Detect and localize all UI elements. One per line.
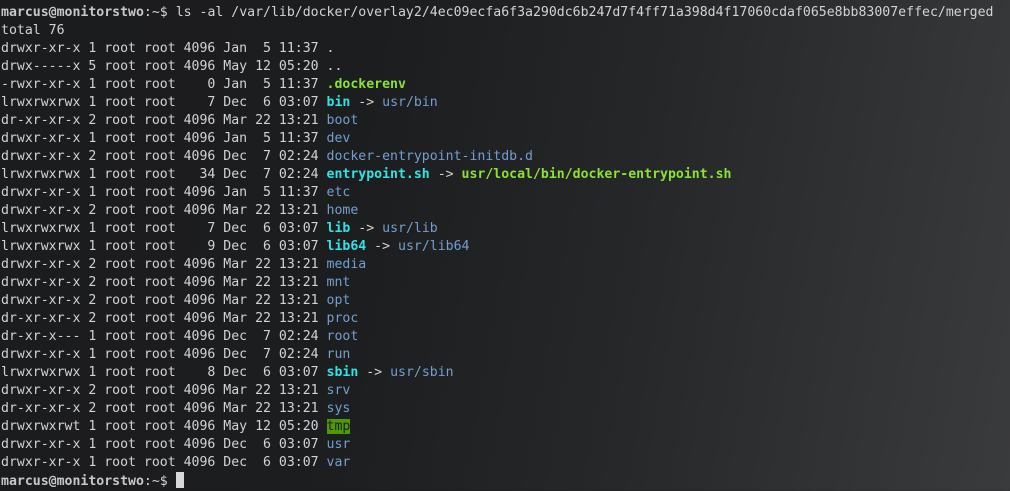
- entry-meta: lrwxrwxrwx 1 root root 8 Dec 6 03:07: [1, 365, 327, 380]
- listing-row: drwxr-xr-x 2 root root 4096 Mar 22 13:21…: [1, 382, 1009, 400]
- listing-row: drwxr-xr-x 2 root root 4096 Mar 22 13:21…: [1, 256, 1009, 274]
- symlink-target: usr/lib: [382, 221, 438, 236]
- entry-meta: drwxrwxrwt 1 root root 4096 May 12 05:20: [1, 419, 327, 434]
- symlink-arrow: ->: [350, 95, 383, 110]
- prompt-path: :~$: [143, 5, 176, 20]
- listing-row: drwxr-xr-x 1 root root 4096 Dec 6 03:07 …: [1, 454, 1009, 472]
- entry-name: lib: [326, 221, 351, 236]
- entry-meta: dr-xr-xr-x 2 root root 4096 Mar 22 13:21: [1, 113, 327, 128]
- listing-row: drwxrwxrwt 1 root root 4096 May 12 05:20…: [1, 418, 1009, 436]
- listing-row: drwxr-xr-x 1 root root 4096 Jan 5 11:37 …: [1, 184, 1009, 202]
- entry-name: bin: [326, 95, 351, 110]
- listing-row: lrwxrwxrwx 1 root root 34 Dec 7 02:24 en…: [1, 166, 1009, 184]
- final-prompt-path: :~$: [143, 474, 176, 489]
- entry-name: usr: [326, 437, 351, 452]
- listing-row: lrwxrwxrwx 1 root root 7 Dec 6 03:07 lib…: [1, 220, 1009, 238]
- entry-name: ..: [326, 59, 343, 74]
- entry-meta: dr-xr-xr-x 2 root root 4096 Mar 22 13:21: [1, 401, 327, 416]
- listing-row: dr-xr-x--- 1 root root 4096 Dec 7 02:24 …: [1, 328, 1009, 346]
- entry-name: var: [326, 455, 351, 470]
- listing-row: dr-xr-xr-x 2 root root 4096 Mar 22 13:21…: [1, 310, 1009, 328]
- listing-row: drwxr-xr-x 1 root root 4096 Jan 5 11:37 …: [1, 40, 1009, 58]
- listing-row: lrwxrwxrwx 1 root root 7 Dec 6 03:07 bin…: [1, 94, 1009, 112]
- entry-name: proc: [326, 311, 359, 326]
- listing-row: drwx-----x 5 root root 4096 May 12 05:20…: [1, 58, 1009, 76]
- listing-row: drwxr-xr-x 2 root root 4096 Dec 7 02:24 …: [1, 148, 1009, 166]
- final-prompt-line[interactable]: marcus@monitorstwo:~$: [1, 472, 1009, 490]
- entry-meta: drwxr-xr-x 2 root root 4096 Mar 22 13:21: [1, 383, 327, 398]
- entry-name: run: [326, 347, 351, 362]
- entry-meta: drwxr-xr-x 2 root root 4096 Dec 7 02:24: [1, 149, 327, 164]
- listing-row: drwxr-xr-x 2 root root 4096 Mar 22 13:21…: [1, 274, 1009, 292]
- listing: drwxr-xr-x 1 root root 4096 Jan 5 11:37 …: [1, 40, 1009, 472]
- entry-name: media: [326, 257, 367, 272]
- symlink-arrow: ->: [429, 167, 462, 182]
- command-text: ls -al /var/lib/docker/overlay2/4ec09ecf…: [175, 5, 994, 20]
- entry-meta: -rwxr-xr-x 1 root root 0 Jan 5 11:37: [1, 77, 327, 92]
- entry-name: .dockerenv: [326, 77, 406, 92]
- entry-name: opt: [326, 293, 351, 308]
- entry-meta: lrwxrwxrwx 1 root root 9 Dec 6 03:07: [1, 239, 327, 254]
- entry-meta: drwx-----x 5 root root 4096 May 12 05:20: [1, 59, 327, 74]
- entry-name: etc: [326, 185, 351, 200]
- listing-row: dr-xr-xr-x 2 root root 4096 Mar 22 13:21…: [1, 400, 1009, 418]
- symlink-arrow: ->: [350, 221, 383, 236]
- listing-row: drwxr-xr-x 2 root root 4096 Mar 22 13:21…: [1, 292, 1009, 310]
- listing-row: lrwxrwxrwx 1 root root 8 Dec 6 03:07 sbi…: [1, 364, 1009, 382]
- entry-name: sys: [326, 401, 351, 416]
- symlink-target: usr/sbin: [390, 365, 454, 380]
- listing-row: drwxr-xr-x 1 root root 4096 Dec 6 03:07 …: [1, 436, 1009, 454]
- final-prompt-user-host: marcus@monitorstwo: [1, 474, 144, 489]
- entry-name: dev: [326, 131, 351, 146]
- entry-name: mnt: [326, 275, 351, 290]
- symlink-arrow: ->: [366, 239, 398, 254]
- command-line: marcus@monitorstwo:~$ ls -al /var/lib/do…: [1, 4, 1009, 22]
- listing-row: drwxr-xr-x 2 root root 4096 Mar 22 13:21…: [1, 202, 1009, 220]
- entry-name: docker-entrypoint-initdb.d: [326, 149, 533, 164]
- entry-name: entrypoint.sh: [326, 167, 430, 182]
- entry-meta: drwxr-xr-x 1 root root 4096 Dec 6 03:07: [1, 437, 327, 452]
- entry-name: lib64: [326, 239, 367, 254]
- entry-meta: lrwxrwxrwx 1 root root 7 Dec 6 03:07: [1, 95, 327, 110]
- entry-meta: drwxr-xr-x 1 root root 4096 Dec 7 02:24: [1, 347, 327, 362]
- entry-meta: drwxr-xr-x 2 root root 4096 Mar 22 13:21: [1, 203, 327, 218]
- terminal-window[interactable]: marcus@monitorstwo:~$ ls -al /var/lib/do…: [1, 4, 1009, 490]
- entry-name: root: [326, 329, 359, 344]
- symlink-target: usr/bin: [382, 95, 438, 110]
- prompt-user-host: marcus@monitorstwo: [1, 5, 144, 20]
- entry-meta: drwxr-xr-x 2 root root 4096 Mar 22 13:21: [1, 293, 327, 308]
- listing-row: dr-xr-xr-x 2 root root 4096 Mar 22 13:21…: [1, 112, 1009, 130]
- listing-row: drwxr-xr-x 1 root root 4096 Dec 7 02:24 …: [1, 346, 1009, 364]
- listing-row: -rwxr-xr-x 1 root root 0 Jan 5 11:37 .do…: [1, 76, 1009, 94]
- symlink-arrow: ->: [358, 365, 391, 380]
- listing-row: lrwxrwxrwx 1 root root 9 Dec 6 03:07 lib…: [1, 238, 1009, 256]
- entry-meta: lrwxrwxrwx 1 root root 7 Dec 6 03:07: [1, 221, 327, 236]
- entry-name: boot: [326, 113, 359, 128]
- entry-meta: lrwxrwxrwx 1 root root 34 Dec 7 02:24: [1, 167, 327, 182]
- entry-meta: drwxr-xr-x 1 root root 4096 Jan 5 11:37: [1, 131, 327, 146]
- entry-meta: dr-xr-x--- 1 root root 4096 Dec 7 02:24: [1, 329, 327, 344]
- listing-row: drwxr-xr-x 1 root root 4096 Jan 5 11:37 …: [1, 130, 1009, 148]
- symlink-target: usr/local/bin/docker-entrypoint.sh: [461, 167, 732, 182]
- entry-name: sbin: [326, 365, 359, 380]
- entry-meta: drwxr-xr-x 1 root root 4096 Jan 5 11:37: [1, 185, 327, 200]
- entry-name: .: [326, 41, 335, 56]
- entry-meta: drwxr-xr-x 1 root root 4096 Dec 6 03:07: [1, 455, 327, 470]
- total-line: total 76: [1, 23, 65, 38]
- entry-name: home: [326, 203, 359, 218]
- text-cursor: [175, 472, 184, 488]
- entry-name: srv: [326, 383, 351, 398]
- symlink-target: usr/lib64: [398, 239, 470, 254]
- entry-name: tmp: [326, 419, 351, 434]
- entry-meta: dr-xr-xr-x 2 root root 4096 Mar 22 13:21: [1, 311, 327, 326]
- entry-meta: drwxr-xr-x 2 root root 4096 Mar 22 13:21: [1, 257, 327, 272]
- entry-meta: drwxr-xr-x 1 root root 4096 Jan 5 11:37: [1, 41, 327, 56]
- entry-meta: drwxr-xr-x 2 root root 4096 Mar 22 13:21: [1, 275, 327, 290]
